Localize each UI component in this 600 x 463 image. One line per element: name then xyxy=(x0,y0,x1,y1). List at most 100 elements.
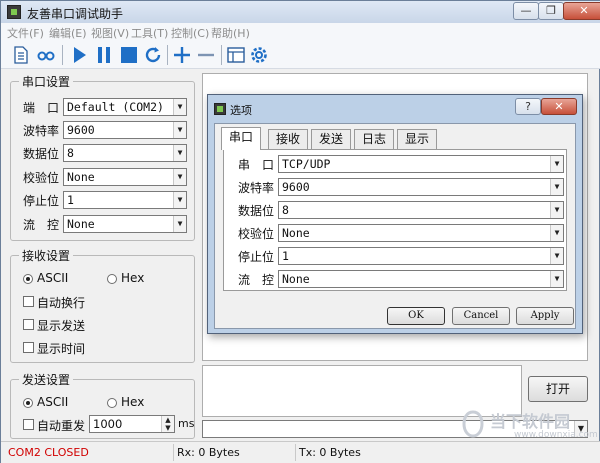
stop-icon[interactable] xyxy=(119,45,139,65)
dlg-baud-label: 波特率 xyxy=(238,181,275,195)
menu-file[interactable]: 文件(F) xyxy=(7,25,44,41)
databits-label: 数据位 xyxy=(23,147,60,161)
parity-label: 校验位 xyxy=(23,171,60,185)
dlg-baud-select[interactable]: 9600 ▼ xyxy=(278,178,564,196)
send-hex-label: Hex xyxy=(121,395,145,409)
rx-count: Rx: 0 Bytes xyxy=(173,444,293,461)
dlg-flow-label: 流 控 xyxy=(238,273,275,287)
resend-interval-input[interactable]: 1000 ▲ ▼ xyxy=(89,415,175,433)
baud-select[interactable]: 9600 ▼ xyxy=(63,121,187,139)
port-status: COM2 CLOSED xyxy=(8,446,89,459)
minimize-button[interactable]: — xyxy=(513,2,539,20)
parity-value: None xyxy=(67,170,95,184)
flow-select[interactable]: None ▼ xyxy=(63,215,187,233)
resend-interval-value: 1000 xyxy=(93,417,123,431)
dlg-port-select[interactable]: TCP/UDP ▼ xyxy=(278,155,564,173)
dlg-stopbits-select[interactable]: 1 ▼ xyxy=(278,247,564,265)
chevron-down-icon: ▼ xyxy=(173,216,186,232)
dlg-stopbits-value: 1 xyxy=(282,249,289,263)
send-ascii-radio[interactable] xyxy=(23,398,33,408)
dlg-databits-value: 8 xyxy=(282,203,289,217)
menu-view[interactable]: 视图(V) xyxy=(91,25,129,41)
show-send-checkbox[interactable] xyxy=(23,319,34,330)
watermark-url: www.downxia.com xyxy=(514,430,598,440)
chevron-down-icon: ▼ xyxy=(550,156,563,172)
flow-label: 流 控 xyxy=(23,218,60,232)
receive-ascii-radio[interactable] xyxy=(23,274,33,284)
watermark-brand: 当下软件园 xyxy=(490,412,571,431)
dlg-databits-select[interactable]: 8 ▼ xyxy=(278,201,564,219)
dlg-databits-label: 数据位 xyxy=(238,204,275,218)
pause-icon[interactable] xyxy=(94,45,114,65)
stopbits-value: 1 xyxy=(67,193,74,207)
play-icon[interactable] xyxy=(69,45,89,65)
dialog-body: 串口 接收 发送 日志 显示 串 口 TCP/UDP ▼ 波特率 9600 ▼ 数据… xyxy=(214,123,576,329)
stopbits-select[interactable]: 1 ▼ xyxy=(63,191,187,209)
ok-button[interactable]: OK xyxy=(387,307,445,325)
baud-value: 9600 xyxy=(67,123,95,137)
dlg-parity-select[interactable]: None ▼ xyxy=(278,224,564,242)
window-icon[interactable] xyxy=(226,45,246,65)
window-title: 友善串口调试助手 xyxy=(27,7,124,21)
minus-icon[interactable] xyxy=(196,45,216,65)
tab-log[interactable]: 日志 xyxy=(354,129,394,149)
refresh-icon[interactable] xyxy=(143,45,163,65)
watermark-logo-icon xyxy=(462,410,484,438)
auto-resend-checkbox[interactable] xyxy=(23,419,34,430)
show-send-label: 显示发送 xyxy=(37,319,86,333)
chevron-down-icon: ▼ xyxy=(550,271,563,287)
chevron-down-icon: ▼ xyxy=(173,169,186,185)
auto-wrap-checkbox[interactable] xyxy=(23,296,34,307)
send-ascii-label: ASCII xyxy=(37,395,69,409)
menu-help[interactable]: 帮助(H) xyxy=(211,25,250,41)
send-hex-radio[interactable] xyxy=(107,398,117,408)
chevron-down-icon: ▼ xyxy=(550,248,563,264)
dlg-parity-label: 校验位 xyxy=(238,227,275,241)
dialog-title: 选项 xyxy=(230,104,252,117)
apply-button[interactable]: Apply xyxy=(516,307,574,325)
gear-icon[interactable] xyxy=(249,45,269,65)
parity-select[interactable]: None ▼ xyxy=(63,168,187,186)
auto-wrap-label: 自动换行 xyxy=(37,296,86,310)
document-icon[interactable] xyxy=(11,45,31,65)
options-dialog: 选项 ? ✕ 串口 接收 发送 日志 显示 串 口 TCP/UDP ▼ 波特率 9… xyxy=(207,94,583,334)
dialog-close-button[interactable]: ✕ xyxy=(541,98,577,115)
receive-hex-radio[interactable] xyxy=(107,274,117,284)
chevron-down-icon: ▼ xyxy=(173,99,186,115)
open-button[interactable]: 打开 xyxy=(528,376,588,402)
chevron-down-icon: ▼ xyxy=(550,202,563,218)
maximize-button[interactable]: ❐ xyxy=(538,2,564,20)
port-settings-legend: 串口设置 xyxy=(19,73,74,90)
status-bar: COM2 CLOSED Rx: 0 Bytes Tx: 0 Bytes xyxy=(1,441,600,463)
show-time-checkbox[interactable] xyxy=(23,342,34,353)
menu-control[interactable]: 控制(C) xyxy=(171,25,209,41)
menu-tools[interactable]: 工具(T) xyxy=(131,25,168,41)
dlg-port-label: 串 口 xyxy=(238,158,275,172)
cancel-button[interactable]: Cancel xyxy=(452,307,510,325)
stopbits-label: 停止位 xyxy=(23,194,60,208)
dialog-help-button[interactable]: ? xyxy=(515,98,541,115)
loop-icon[interactable] xyxy=(36,45,56,65)
plus-icon[interactable] xyxy=(172,45,192,65)
app-icon xyxy=(7,5,21,19)
receive-ascii-label: ASCII xyxy=(37,271,69,285)
dlg-flow-select[interactable]: None ▼ xyxy=(278,270,564,288)
spinner-icon[interactable]: ▲ ▼ xyxy=(161,416,174,432)
interval-unit: ms xyxy=(178,417,195,430)
databits-select[interactable]: 8 ▼ xyxy=(63,144,187,162)
close-button[interactable]: ✕ xyxy=(563,2,600,20)
auto-resend-label: 自动重发 xyxy=(37,419,86,433)
receive-hex-label: Hex xyxy=(121,271,145,285)
port-label: 端 口 xyxy=(23,101,60,115)
tab-send[interactable]: 发送 xyxy=(311,129,351,149)
tab-display[interactable]: 显示 xyxy=(397,129,437,149)
chevron-down-icon: ▼ xyxy=(550,179,563,195)
dlg-baud-value: 9600 xyxy=(282,180,310,194)
port-select[interactable]: Default (COM2) ▼ xyxy=(63,98,187,116)
dlg-stopbits-label: 停止位 xyxy=(238,250,275,264)
tab-port[interactable]: 串口 xyxy=(221,127,261,150)
menu-edit[interactable]: 编辑(E) xyxy=(49,25,87,41)
baud-label: 波特率 xyxy=(23,124,60,138)
tab-receive[interactable]: 接收 xyxy=(268,129,308,149)
dlg-parity-value: None xyxy=(282,226,310,240)
